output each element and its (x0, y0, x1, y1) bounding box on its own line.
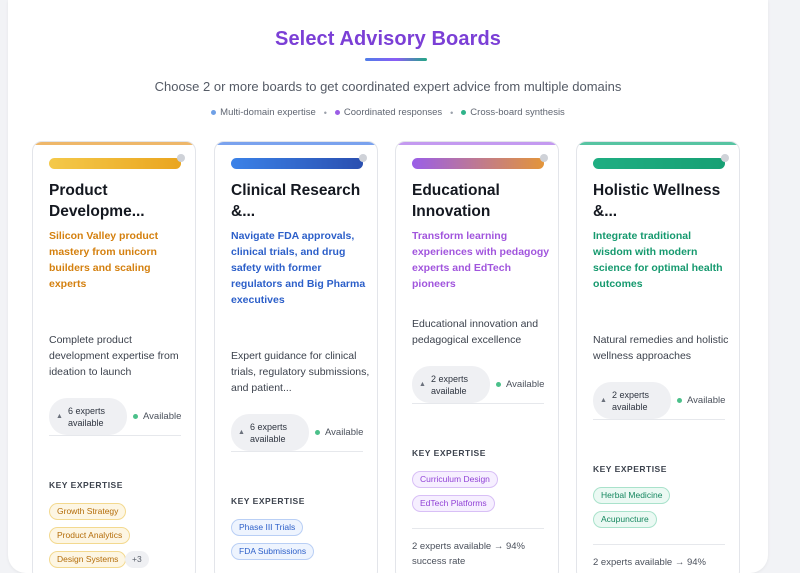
feature-label: Cross-board synthesis (470, 107, 565, 118)
card-tagline: Transform learning experiences with peda… (412, 230, 550, 290)
purple-dot-icon (334, 110, 340, 115)
status-dot-icon (133, 414, 138, 419)
card-accent-line (33, 142, 195, 145)
blue-dot-icon (211, 110, 217, 115)
availability-label: Available (143, 411, 182, 422)
availability-status: Available (496, 379, 544, 390)
feature-multi-domain: Multi-domain expertise (211, 107, 316, 118)
availability-label: Available (325, 427, 364, 438)
card-description: Complete product development expertise f… (49, 334, 179, 378)
card-tagline: Integrate traditional wisdom with modern… (593, 230, 723, 290)
select-radio[interactable] (359, 154, 367, 162)
team-icon: ▲ (238, 429, 245, 436)
experts-count: 2 experts available (611, 389, 649, 412)
divider (593, 544, 725, 545)
availability-status: Available (677, 395, 725, 406)
key-expertise-label: KEY EXPERTISE (49, 480, 123, 490)
feature-list: Multi-domain expertise • Coordinated res… (8, 107, 768, 118)
page-title: Select Advisory Boards (275, 28, 501, 50)
team-icon: ▲ (600, 397, 607, 404)
expertise-tag: FDA Submissions (231, 543, 315, 560)
feature-label: Multi-domain expertise (220, 107, 316, 118)
feature-label: Coordinated responses (343, 107, 443, 118)
key-expertise-label: KEY EXPERTISE (412, 448, 486, 458)
select-radio[interactable] (177, 154, 185, 162)
select-radio[interactable] (540, 154, 548, 162)
card-title: Holistic Wellness &... (593, 182, 721, 220)
card-accent-line (577, 142, 739, 145)
expertise-tag: Design Systems (49, 551, 127, 568)
card-color-bar (412, 158, 544, 169)
key-expertise-label: KEY EXPERTISE (593, 464, 667, 474)
card-description: Expert guidance for clinical trials, reg… (231, 350, 370, 394)
experts-count-badge: ▲ 6 experts available (231, 414, 309, 451)
divider (49, 435, 181, 436)
feature-synthesis: Cross-board synthesis (461, 107, 565, 118)
board-card-clinical-research[interactable]: Clinical Research &... Navigate FDA appr… (214, 141, 378, 573)
divider (412, 403, 544, 404)
card-accent-line (215, 142, 377, 145)
page-subtitle: Choose 2 or more boards to get coordinat… (154, 79, 622, 94)
availability-label: Available (506, 379, 545, 390)
status-dot-icon (677, 398, 682, 403)
team-icon: ▲ (419, 381, 426, 388)
card-color-bar (49, 158, 181, 169)
expertise-tag: Curriculum Design (412, 471, 498, 488)
card-description: Natural remedies and holistic wellness a… (593, 334, 729, 362)
success-rate-summary: 2 experts available → 94% (593, 557, 707, 568)
divider (593, 419, 725, 420)
expertise-tag: EdTech Platforms (412, 495, 495, 512)
availability-status: Available (315, 427, 363, 438)
green-dot-icon (461, 110, 467, 115)
feature-separator: • (450, 107, 454, 118)
board-card-holistic-wellness[interactable]: Holistic Wellness &... Integrate traditi… (576, 141, 740, 573)
experts-count: 6 experts available (67, 405, 105, 428)
experts-count-badge: ▲ 2 experts available (593, 382, 671, 419)
card-tagline: Navigate FDA approvals, clinical trials,… (231, 230, 366, 306)
key-expertise-label: KEY EXPERTISE (231, 496, 305, 506)
card-title: Clinical Research &... (231, 182, 361, 220)
experts-count: 6 experts available (249, 421, 287, 444)
card-description: Educational innovation and pedagogical e… (412, 318, 539, 346)
title-underline (365, 58, 427, 61)
status-dot-icon (315, 430, 320, 435)
expertise-tag: Herbal Medicine (593, 487, 671, 504)
availability-label: Available (687, 395, 726, 406)
success-rate-summary: 2 experts available → 94% success rate (412, 541, 526, 567)
expertise-tag: Growth Strategy (49, 503, 127, 520)
divider (231, 451, 363, 452)
card-tagline: Silicon Valley product mastery from unic… (49, 230, 159, 290)
experts-count-badge: ▲ 2 experts available (412, 366, 490, 403)
card-color-bar (231, 158, 363, 169)
feature-separator: • (323, 107, 327, 118)
availability-status: Available (133, 411, 181, 422)
advisory-board-panel: Select Advisory Boards Choose 2 or more … (8, 0, 768, 573)
expertise-tag: Phase III Trials (231, 519, 304, 536)
select-radio[interactable] (721, 154, 729, 162)
team-icon: ▲ (56, 413, 63, 420)
card-title: Product Developme... (49, 182, 145, 220)
divider (412, 528, 544, 529)
experts-count: 2 experts available (430, 373, 468, 396)
expertise-tag: Acupuncture (593, 511, 657, 528)
card-color-bar (593, 158, 725, 169)
board-card-educational-innovation[interactable]: Educational Innovation Transform learnin… (395, 141, 559, 573)
card-accent-line (396, 142, 558, 145)
experts-count-badge: ▲ 6 experts available (49, 398, 127, 435)
board-card-product-development[interactable]: Product Developme... Silicon Valley prod… (32, 141, 196, 573)
expertise-tag: Product Analytics (49, 527, 131, 544)
feature-coordinated: Coordinated responses (334, 107, 443, 118)
more-tags-badge[interactable]: +3 (125, 551, 149, 568)
status-dot-icon (496, 382, 501, 387)
card-title: Educational Innovation (412, 182, 500, 220)
